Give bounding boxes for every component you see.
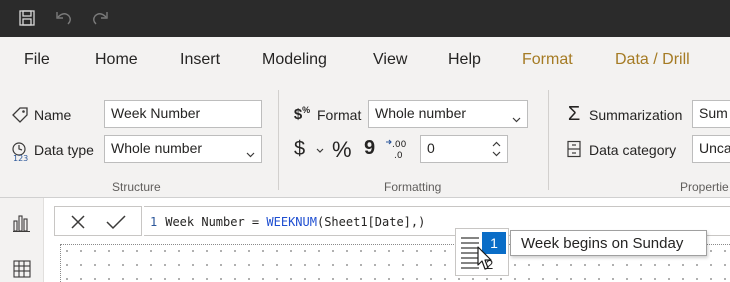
name-value: Week Number: [111, 105, 201, 121]
sigma-icon: Σ: [567, 102, 581, 125]
mouse-pointer-icon: [474, 245, 496, 273]
decimal-places-value: 0: [427, 140, 435, 156]
chevron-down-icon: [246, 145, 255, 161]
svg-text:.00: .00: [392, 140, 407, 150]
tab-home[interactable]: Home: [95, 51, 138, 69]
format-dropdown[interactable]: Whole number: [368, 100, 528, 128]
properties-group-label: Propertie: [680, 180, 729, 194]
formula-args: (Sheet1[Date],): [316, 215, 426, 229]
comma-button[interactable]: 9: [364, 137, 375, 160]
tab-modeling[interactable]: Modeling: [262, 51, 327, 69]
tab-format[interactable]: Format: [522, 51, 573, 69]
data-category-icon: [565, 139, 583, 159]
name-field[interactable]: Week Number: [104, 100, 262, 128]
percent-button[interactable]: %: [332, 137, 352, 163]
format-value: Whole number: [375, 105, 467, 121]
suggestion-tooltip: Week begins on Sunday: [510, 230, 707, 256]
stepper-arrows-icon[interactable]: [492, 140, 501, 161]
commit-formula-icon[interactable]: [105, 211, 127, 233]
formula-prefix: Week Number =: [165, 215, 267, 229]
data-type-value: Whole number: [111, 140, 203, 156]
format-icon: $%: [293, 105, 311, 123]
data-category-dropdown[interactable]: Unca: [692, 135, 730, 163]
menu-bar: File Home Insert Modeling View Help Form…: [0, 37, 730, 82]
tab-help[interactable]: Help: [448, 51, 481, 69]
redo-icon[interactable]: [88, 6, 112, 30]
ribbon-separator: [278, 90, 279, 190]
data-view-icon[interactable]: [11, 258, 33, 280]
tab-view[interactable]: View: [373, 51, 407, 69]
format-label: Format: [317, 107, 362, 123]
tab-data-drill[interactable]: Data / Drill: [615, 51, 690, 69]
title-bar: [0, 0, 730, 37]
currency-button[interactable]: $: [294, 138, 305, 161]
chevron-down-icon[interactable]: [315, 146, 325, 156]
data-category-value: Unca: [699, 140, 730, 156]
cancel-formula-icon[interactable]: [67, 211, 89, 233]
summarization-value: Sum: [699, 105, 728, 121]
decimal-icon[interactable]: .00.0: [384, 136, 410, 162]
ribbon: Name Week Number 123 Data type Whole num…: [0, 82, 730, 198]
name-label: Name: [34, 107, 72, 123]
ribbon-separator: [548, 90, 549, 190]
chevron-down-icon: [512, 110, 521, 126]
decimal-places-stepper[interactable]: 0: [420, 135, 508, 163]
report-view-icon[interactable]: [11, 212, 33, 234]
structure-group-label: Structure: [112, 180, 161, 194]
svg-text:123: 123: [13, 154, 28, 162]
summarization-label: Summarization: [589, 107, 683, 123]
tag-icon: [10, 105, 30, 125]
tab-insert[interactable]: Insert: [180, 51, 220, 69]
formatting-group-label: Formatting: [384, 180, 442, 194]
data-type-label: Data type: [34, 142, 94, 158]
undo-icon[interactable]: [52, 6, 76, 30]
tab-file[interactable]: File: [24, 51, 50, 69]
data-type-dropdown[interactable]: Whole number: [104, 135, 262, 163]
save-icon[interactable]: [15, 6, 39, 30]
svg-text:.0: .0: [394, 151, 403, 161]
formula-buttons: [54, 206, 142, 236]
formula-function: WEEKNUM: [266, 215, 317, 229]
view-rail: [0, 198, 44, 282]
summarization-dropdown[interactable]: Sum: [692, 100, 730, 128]
data-type-icon: 123: [10, 140, 32, 162]
formula-line-number: 1: [150, 215, 158, 229]
data-category-label: Data category: [589, 142, 677, 158]
